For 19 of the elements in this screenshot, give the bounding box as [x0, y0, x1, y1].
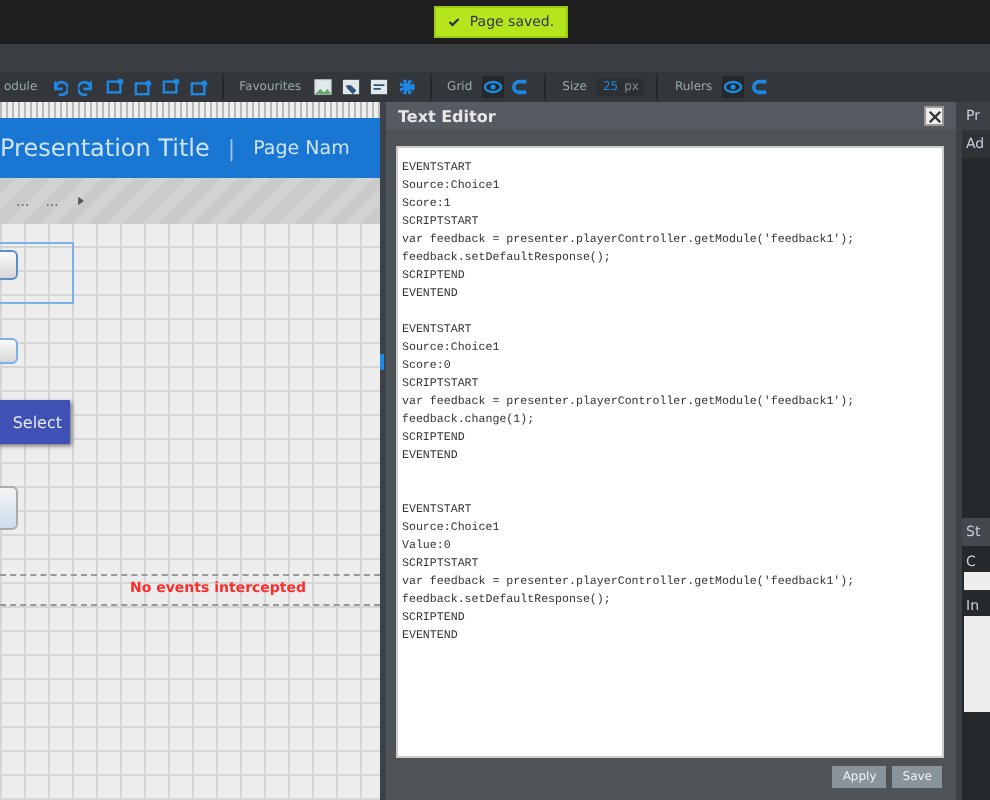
selection-frame — [0, 242, 74, 304]
text-module-icon[interactable] — [367, 76, 390, 98]
redo-icon[interactable] — [75, 76, 98, 98]
panel-title: Text Editor — [398, 107, 496, 125]
cut-module-icon[interactable] — [131, 76, 154, 98]
checkmark-icon — [447, 16, 460, 28]
close-icon[interactable] — [924, 106, 944, 126]
header-separator: | — [227, 135, 236, 161]
presentation-title: Presentation Title — [0, 134, 210, 162]
arrow-right-icon[interactable] — [74, 194, 89, 208]
rulers-visibility-icon[interactable] — [722, 76, 745, 98]
select-button[interactable]: Select — [0, 400, 70, 444]
image-icon[interactable] — [311, 76, 334, 98]
add-module-icon[interactable] — [187, 76, 210, 98]
tag-icon[interactable] — [339, 76, 362, 98]
grid-visibility-icon[interactable] — [482, 76, 505, 98]
page-name: Page Nam — [253, 137, 350, 159]
paste-module-icon[interactable] — [159, 76, 182, 98]
copy-module-icon[interactable] — [103, 76, 126, 98]
